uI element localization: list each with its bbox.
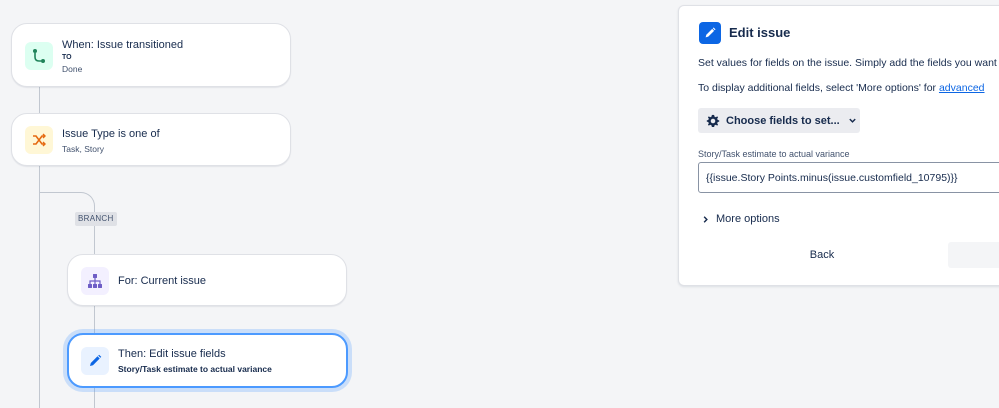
panel-hint-text: To display additional fields, select 'Mo… [698,82,939,94]
more-options-label: More options [716,213,780,225]
flow-connector [39,87,40,113]
shuffle-icon [25,126,53,154]
action-value: Story/Task estimate to actual variance [118,364,272,374]
variance-field-input[interactable]: {{issue.Story Points.minus(issue.customf… [698,162,999,193]
trigger-meta-value: Done [62,64,83,74]
condition-card[interactable]: Issue Type is one of Task, Story [11,113,291,166]
advanced-link[interactable]: advanced [939,82,985,94]
choose-fields-button[interactable]: Choose fields to set... [698,108,860,133]
back-button[interactable]: Back [698,242,946,268]
hierarchy-icon [81,267,109,295]
flow-connector [94,388,95,408]
for-title: For: Current issue [118,275,207,287]
branch-for-card[interactable]: For: Current issue [67,254,347,306]
choose-fields-label: Choose fields to set... [726,114,840,127]
panel-description: Set values for fields on the issue. Simp… [698,57,997,69]
flow-connector [94,306,95,333]
trigger-meta-label: TO [62,54,72,61]
more-options-toggle[interactable]: More options [701,213,780,225]
transition-icon [25,42,53,70]
trigger-card[interactable]: When: Issue transitioned TO Done [11,23,291,87]
panel-hint: To display additional fields, select 'Mo… [698,82,985,94]
flow-connector [94,222,95,254]
action-title: Then: Edit issue fields [118,348,226,360]
trigger-title: When: Issue transitioned [62,39,184,51]
condition-title: Issue Type is one of [62,128,160,140]
chevron-right-icon [701,215,710,224]
field-label: Story/Task estimate to actual variance [698,149,850,159]
edit-issue-panel: Edit issue Set values for fields on the … [678,5,999,286]
chevron-down-icon [848,116,857,125]
action-card[interactable]: Then: Edit issue fields Story/Task estim… [67,333,348,388]
condition-value: Task, Story [62,144,105,154]
gear-icon [706,114,720,128]
branch-tag: BRANCH [75,212,117,226]
next-button[interactable] [948,242,999,268]
pencil-icon [81,347,109,375]
panel-title: Edit issue [729,25,791,40]
pencil-icon [699,22,721,44]
